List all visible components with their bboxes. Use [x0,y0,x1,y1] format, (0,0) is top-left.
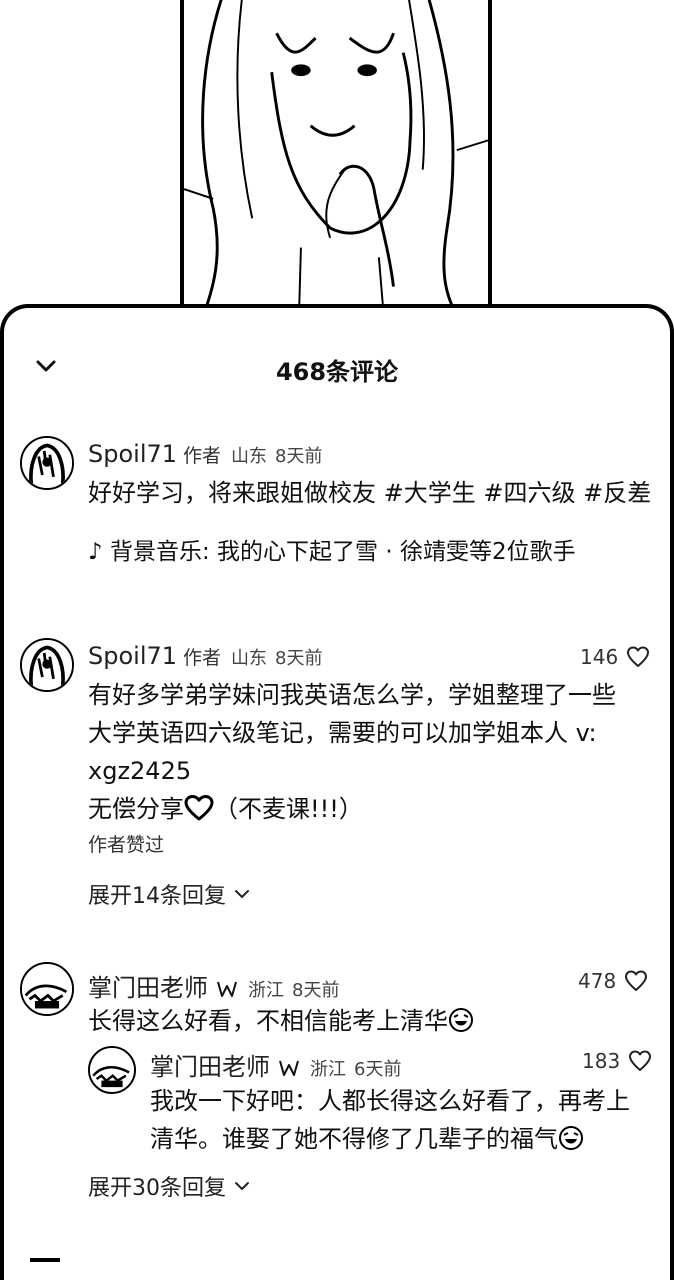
avatar-image [22,964,72,1014]
video-frame-image [184,0,488,317]
region: 山东 [231,446,268,467]
laugh-cry-emoji-icon [559,1126,583,1150]
sheet-header: 468条评论 [4,348,670,388]
region: 浙江 [248,980,284,1001]
reply-text-segment: 清华。谁娶了她不得修了几辈子的福气 [150,1125,558,1153]
next-comment-avatar-edge [30,1258,60,1262]
avatar-image [22,640,72,690]
video-area[interactable] [0,0,674,330]
avatar[interactable] [20,962,74,1016]
heart-icon [627,646,650,667]
author-tag: 作者 [183,647,222,669]
region: 浙江 [310,1059,346,1080]
author-tag: 作者 [183,445,222,467]
expand-replies-button[interactable]: 展开14条回复 [88,878,250,910]
comment-text-line: 无偿分享 （不麦课!!!） [88,790,663,828]
heart-icon [625,970,648,991]
timestamp: 8天前 [292,980,340,1001]
avatar-image [22,438,72,488]
comment-meta: Spoil71 作者 山东 8天前 [88,440,323,468]
avatar[interactable] [20,436,74,490]
like-button[interactable]: 478 [578,969,648,993]
reply-avatar[interactable] [88,1046,136,1094]
timestamp: 6天前 [354,1059,402,1080]
verified-badge-icon [217,981,237,997]
username[interactable]: 掌门田老师 [150,1047,270,1082]
comment-text: 长得这么好看，不相信能考上清华 [88,1002,663,1040]
comment-text-segment: （不麦课!!!） [214,795,363,823]
comment-meta: 掌门田老师 浙江 8天前 [88,968,339,1003]
comment-text-segment: 长得这么好看，不相信能考上清华 [88,1007,448,1035]
expand-replies-label: 展开14条回复 [88,884,226,909]
comment-text-segment: 无偿分享 [88,795,184,823]
username[interactable]: Spoil71 [88,642,177,670]
region: 山东 [231,648,268,669]
comment-text: 有好多学弟学妹问我英语怎么学，学姐整理了一些 大学英语四六级笔记，需要的可以加学… [88,676,663,828]
timestamp: 8天前 [275,648,323,669]
like-count: 146 [580,645,619,669]
avatar-image [90,1048,134,1092]
like-count: 183 [582,1049,621,1073]
verified-badge-icon [279,1060,299,1076]
comment-text-line: xgz2425 [88,757,192,785]
author-liked-note: 作者赞过 [88,834,165,856]
comment-count-title: 468条评论 [275,358,399,386]
comment-text-line: 大学英语四六级笔记，需要的可以加学姐本人 v: [88,719,597,747]
username[interactable]: 掌门田老师 [88,968,208,1003]
heart-emoji-icon [184,795,214,821]
laugh-cry-emoji-icon [449,1008,473,1032]
like-button[interactable]: 146 [580,645,650,669]
like-button[interactable]: 183 [582,1049,652,1073]
chevron-down-icon [235,1182,249,1191]
chevron-down-icon [235,890,249,899]
comment-text: 好好学习，将来跟姐做校友 #大学生 #四六级 #反差 [88,479,652,507]
avatar[interactable] [20,638,74,692]
reply-meta: 掌门田老师 浙江 6天前 [150,1047,401,1082]
expand-replies-label: 展开30条回复 [88,1176,226,1201]
reply-text-line: 我改一下好吧：人都长得这么好看了，再考上 [150,1087,630,1115]
like-count: 478 [578,969,617,993]
timestamp: 8天前 [275,446,323,467]
expand-replies-button[interactable]: 展开30条回复 [88,1170,250,1202]
comment-text-line: 有好多学弟学妹问我英语怎么学，学姐整理了一些 [88,681,616,709]
username[interactable]: Spoil71 [88,440,177,468]
video-thumbnail[interactable] [180,0,492,320]
heart-icon [629,1050,652,1071]
comment-meta: Spoil71 作者 山东 8天前 [88,642,323,670]
background-music-link[interactable]: ♪ 背景音乐: 我的心下起了雪 · 徐靖雯等2位歌手 [88,532,576,566]
reply-text-line: 清华。谁娶了她不得修了几辈子的福气 [150,1120,665,1158]
reply-text: 我改一下好吧：人都长得这么好看了，再考上 清华。谁娶了她不得修了几辈子的福气 [150,1082,665,1158]
